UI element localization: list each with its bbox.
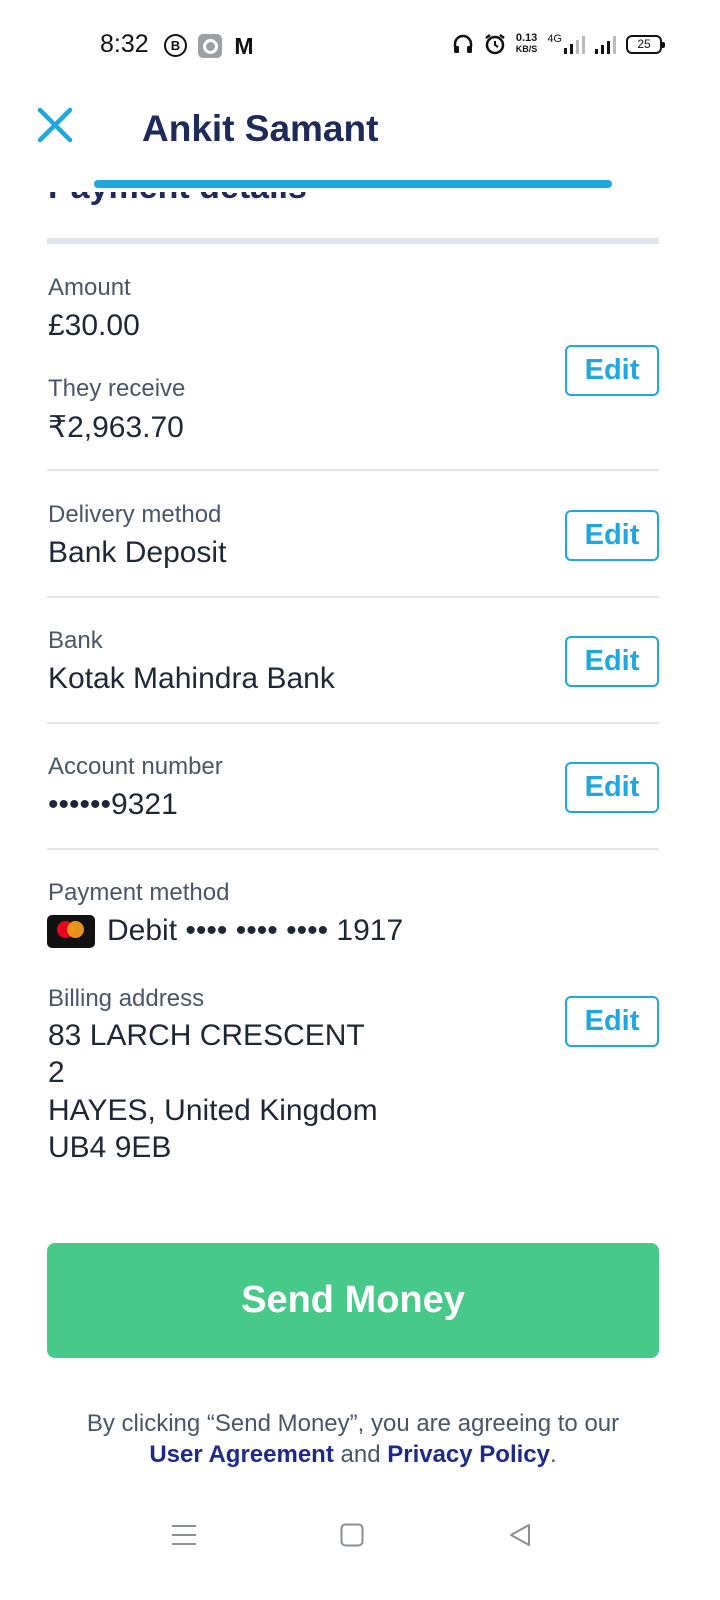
status-right-icons: 0.13 KB/S 4G 25 xyxy=(452,33,665,55)
billing-address-label: Billing address xyxy=(48,985,205,1012)
edit-billing-address-button[interactable]: Edit xyxy=(565,996,659,1047)
status-bar: 8:32 B M 0.13 KB/S 4G 25 xyxy=(0,0,720,92)
settings-notification-icon xyxy=(198,34,222,58)
home-square-icon xyxy=(340,1523,364,1547)
bank-label: Bank xyxy=(48,627,103,654)
amount-value: £30.00 xyxy=(48,309,140,342)
home-button[interactable] xyxy=(322,1510,382,1560)
signal-bars-icon xyxy=(564,34,585,54)
menu-icon xyxy=(172,1525,196,1545)
divider xyxy=(47,596,659,598)
network-type: 4G xyxy=(547,33,562,45)
billing-address-line-1: 83 LARCH CRESCENT xyxy=(48,1019,365,1052)
send-money-button[interactable]: Send Money xyxy=(47,1243,659,1358)
edit-amount-button[interactable]: Edit xyxy=(565,345,659,396)
user-agreement-link[interactable]: User Agreement xyxy=(149,1441,334,1468)
amount-label: Amount xyxy=(48,274,131,301)
signal-bars-2-icon xyxy=(595,34,616,54)
network-speed-value: 0.13 xyxy=(515,32,538,44)
progress-bar xyxy=(94,180,612,188)
legal-prefix: By clicking “Send Money”, you are agreei… xyxy=(86,1410,620,1437)
legal-suffix: . xyxy=(550,1441,557,1468)
divider xyxy=(47,469,659,471)
edit-delivery-method-button[interactable]: Edit xyxy=(565,510,659,561)
they-receive-label: They receive xyxy=(48,375,186,402)
b-notification-icon: B xyxy=(164,34,187,57)
bank-value: Kotak Mahindra Bank xyxy=(48,662,335,695)
section-divider xyxy=(47,238,659,244)
network-speed-unit: KB/S xyxy=(515,44,538,54)
account-number-value: ••••••9321 xyxy=(48,788,178,821)
legal-notice: By clicking “Send Money”, you are agreei… xyxy=(0,1408,706,1470)
network-speed: 0.13 KB/S xyxy=(516,33,538,55)
legal-links-line: User Agreement and Privacy Policy. xyxy=(0,1439,706,1470)
close-button[interactable] xyxy=(32,102,78,148)
header: Ankit Samant xyxy=(0,92,720,192)
they-receive-value: ₹2,963.70 xyxy=(48,411,184,444)
edit-bank-button[interactable]: Edit xyxy=(565,636,659,687)
close-icon xyxy=(37,107,73,143)
delivery-method-label: Delivery method xyxy=(48,501,222,528)
billing-address-line-4: UB4 9EB xyxy=(48,1131,172,1164)
m-notification-icon: M xyxy=(234,32,254,59)
alarm-icon xyxy=(485,34,505,55)
battery-icon: 25 xyxy=(626,34,665,54)
payment-method-row: Debit •••• •••• •••• 1917 xyxy=(47,914,403,948)
payment-method-value: Debit •••• •••• •••• 1917 xyxy=(107,914,404,947)
recent-apps-button[interactable] xyxy=(154,1510,214,1560)
privacy-policy-link[interactable]: Privacy Policy xyxy=(387,1441,550,1468)
headphones-icon xyxy=(453,34,473,53)
navigation-bar xyxy=(0,1500,720,1600)
divider xyxy=(47,722,659,724)
divider xyxy=(47,848,659,850)
mobile-signal: 4G xyxy=(547,34,585,54)
billing-address-line-3: HAYES, United Kingdom xyxy=(48,1094,378,1127)
edit-account-number-button[interactable]: Edit xyxy=(565,762,659,813)
billing-address-line-2: 2 xyxy=(48,1056,65,1089)
progress-bar-fill xyxy=(94,180,612,188)
delivery-method-value: Bank Deposit xyxy=(48,536,227,569)
mastercard-icon xyxy=(47,914,95,948)
account-number-label: Account number xyxy=(48,753,223,780)
status-time: 8:32 xyxy=(100,30,149,58)
legal-and: and xyxy=(340,1441,381,1468)
back-button[interactable] xyxy=(490,1510,550,1560)
back-triangle-icon xyxy=(510,1524,530,1546)
payment-method-label: Payment method xyxy=(48,879,230,906)
page-title: Ankit Samant xyxy=(142,108,379,149)
